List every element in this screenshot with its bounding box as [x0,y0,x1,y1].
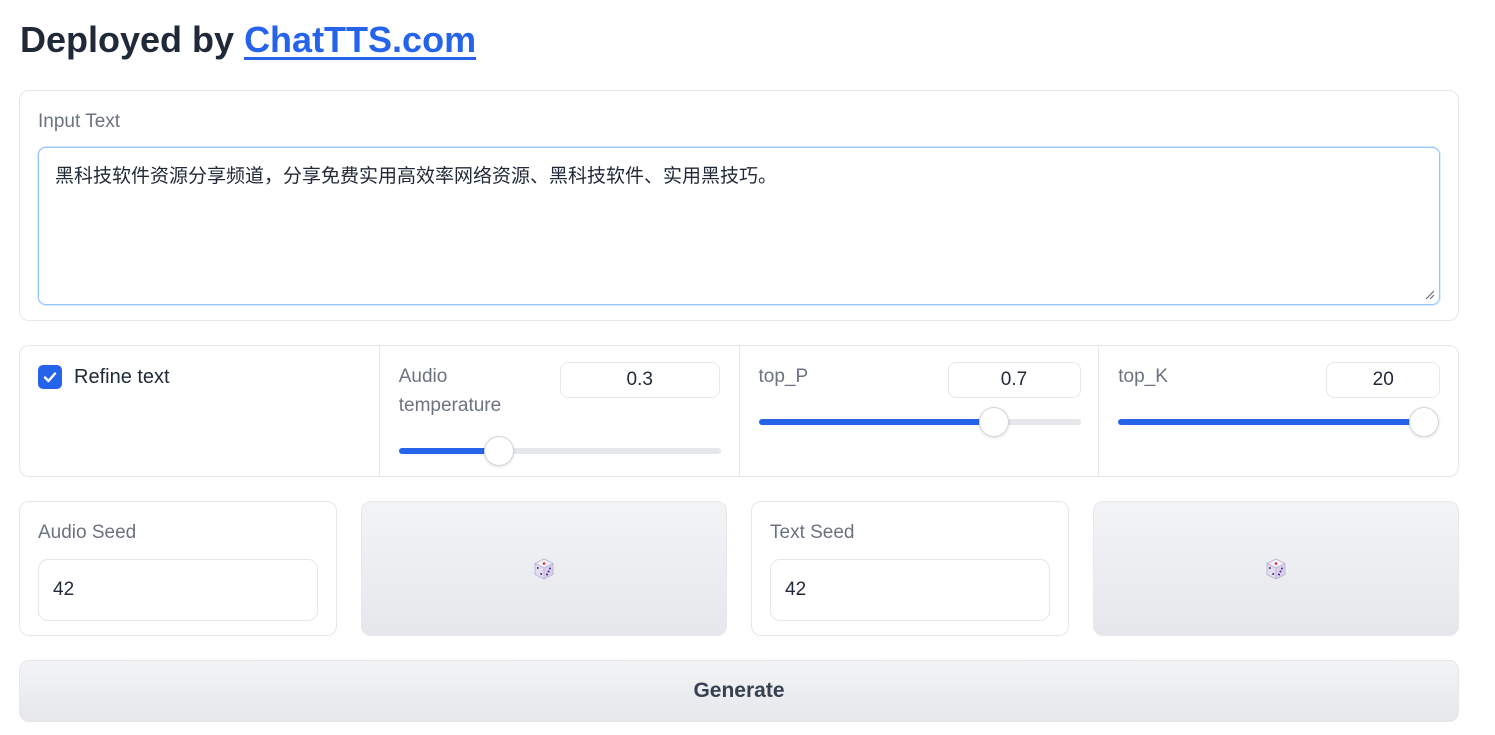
refine-text-label: Refine text [74,363,170,392]
input-text-label: Input Text [38,107,120,136]
slider-fill [759,419,994,425]
top-k-slider[interactable] [1118,419,1425,425]
top-p-slider[interactable] [759,419,1081,425]
audio-temperature-slider[interactable] [399,448,721,454]
slider-thumb[interactable] [484,436,514,466]
refine-text-cell: Refine text [20,346,380,476]
page-title: Deployed by ChatTTS.com [20,14,476,66]
audio-seed-input[interactable]: 42 [38,559,318,621]
title-prefix: Deployed by [20,19,244,60]
audio-seed-label: Audio Seed [38,518,136,547]
top-p-input[interactable]: 0.7 [948,362,1081,398]
slider-thumb[interactable] [979,407,1009,437]
refine-text-checkbox[interactable] [38,365,62,389]
text-seed-label: Text Seed [770,518,855,547]
text-seed-input[interactable]: 42 [770,559,1050,621]
top-p-cell: top_P 0.7 [740,346,1100,476]
audio-temperature-label: Audio temperature [399,362,529,420]
audio-seed-panel: Audio Seed 42 [19,501,337,636]
resize-handle-icon[interactable] [1423,288,1435,300]
slider-fill [1118,419,1425,425]
input-text-area[interactable]: 黑科技软件资源分享频道，分享免费实用高效率网络资源、黑科技软件、实用黑技巧。 [38,147,1440,305]
app-root: Deployed by ChatTTS.com Input Text 黑科技软件… [0,0,1495,735]
params-panel: Refine text Audio temperature 0.3 top_P … [19,345,1459,477]
slider-thumb[interactable] [1409,407,1439,437]
checkmark-icon [42,369,58,385]
generate-button[interactable]: Generate [19,660,1459,722]
input-text-panel: Input Text 黑科技软件资源分享频道，分享免费实用高效率网络资源、黑科技… [19,90,1459,321]
dice-icon [532,557,556,581]
input-text-value: 黑科技软件资源分享频道，分享免费实用高效率网络资源、黑科技软件、实用黑技巧。 [55,165,777,187]
top-p-label: top_P [759,362,909,391]
audio-temperature-cell: Audio temperature 0.3 [380,346,740,476]
top-k-label: top_K [1118,362,1268,391]
text-seed-panel: Text Seed 42 [751,501,1069,636]
dice-icon [1264,557,1288,581]
text-seed-random-button[interactable] [1093,501,1459,636]
audio-seed-random-button[interactable] [361,501,727,636]
chattts-link[interactable]: ChatTTS.com [244,19,476,60]
top-k-cell: top_K 20 [1099,346,1458,476]
audio-temperature-input[interactable]: 0.3 [560,362,720,398]
top-k-input[interactable]: 20 [1326,362,1440,398]
